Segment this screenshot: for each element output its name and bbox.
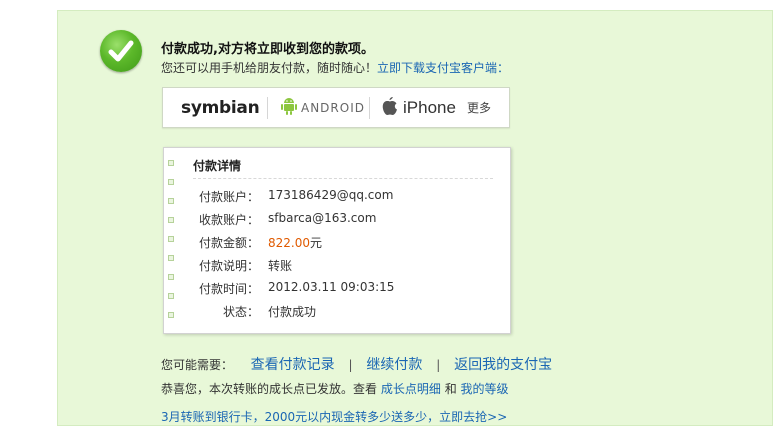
detail-row-payer: 付款账户： 173186429@qq.com — [164, 188, 504, 206]
view-payment-records-link[interactable]: 查看付款记录 — [251, 357, 335, 373]
symbian-label: symbian — [181, 97, 260, 118]
payment-details-card: 付款详情 付款账户： 173186429@qq.com 收款账户： sfbarc… — [163, 147, 511, 334]
more-platforms-link[interactable]: 更多 — [467, 88, 491, 127]
platform-bar: symbian ANDROID iPhone 更多 — [162, 87, 510, 128]
detail-row-payee: 收款账户： sfbarca@163.com — [164, 211, 504, 229]
growth-text: 恭喜您，本次转账的成长点已发放。查看 — [161, 382, 378, 396]
subtitle-text: 您还可以用手机给朋友付款，随时随心！ — [161, 61, 378, 75]
detail-label: 付款账户： — [198, 190, 259, 204]
payment-note: 转账 — [268, 259, 293, 273]
detail-row-status: 状态： 付款成功 — [164, 303, 504, 321]
download-client-link[interactable]: 立即下载支付宝客户端： — [377, 61, 509, 75]
iphone-label: iPhone — [403, 97, 456, 117]
iphone-link[interactable]: iPhone — [381, 88, 456, 127]
detail-label: 收款账户： — [198, 213, 259, 227]
android-robot-icon — [281, 97, 297, 118]
my-level-link[interactable]: 我的等级 — [461, 382, 509, 396]
rail-marker — [168, 160, 174, 166]
amount-value: 822.00 — [268, 236, 310, 250]
promo-banner: 3月转账到银行卡，2000元以内现金转多少送多少，立即去抢>> — [161, 408, 507, 425]
back-to-alipay-link[interactable]: 返回我的支付宝 — [454, 357, 552, 373]
payee-account: sfbarca@163.com — [268, 211, 377, 225]
actions-prefix: 您可能需要： — [161, 358, 234, 372]
detail-label: 付款金额： — [198, 236, 259, 250]
detail-row-time: 付款时间： 2012.03.11 09:03:15 — [164, 280, 504, 298]
next-actions: 您可能需要： 查看付款记录 | 继续付款 | 返回我的支付宝 — [161, 354, 552, 374]
promo-link[interactable]: 3月转账到银行卡，2000元以内现金转多少送多少，立即去抢>> — [161, 410, 507, 424]
separator: | — [436, 358, 441, 372]
details-title: 付款详情 — [193, 159, 242, 173]
detail-label: 付款说明： — [198, 259, 259, 273]
detail-row-note: 付款说明： 转账 — [164, 257, 504, 275]
detail-label: 付款时间： — [198, 282, 259, 296]
divider — [369, 97, 370, 119]
amount-unit: 元 — [310, 236, 323, 250]
page-title: 付款成功,对方将立即收到您的款项。 — [161, 42, 374, 57]
subtitle: 您还可以用手机给朋友付款，随时随心！立即下载支付宝客户端： — [161, 59, 509, 76]
payment-status: 付款成功 — [268, 305, 317, 319]
growth-points-notice: 恭喜您，本次转账的成长点已发放。查看 成长点明细 和 我的等级 — [161, 380, 509, 397]
separator: | — [348, 358, 353, 372]
android-label: ANDROID — [301, 100, 365, 115]
symbian-link[interactable]: symbian — [181, 88, 260, 127]
payment-time: 2012.03.11 09:03:15 — [268, 280, 395, 294]
details-divider — [193, 178, 493, 179]
more-label: 更多 — [467, 101, 492, 115]
payment-amount: 822.00元 — [268, 234, 322, 251]
growth-points-detail-link[interactable]: 成长点明细 — [381, 382, 441, 396]
apple-logo-icon — [381, 96, 399, 119]
payer-account: 173186429@qq.com — [268, 188, 394, 202]
divider — [267, 97, 268, 119]
android-link[interactable]: ANDROID — [281, 88, 365, 127]
growth-and: 和 — [444, 382, 457, 396]
rail-marker — [168, 179, 174, 185]
detail-row-amount: 付款金额： 822.00元 — [164, 234, 504, 252]
continue-payment-link[interactable]: 继续付款 — [366, 357, 422, 373]
success-check-icon — [100, 30, 142, 72]
detail-label: 状态： — [222, 305, 259, 319]
